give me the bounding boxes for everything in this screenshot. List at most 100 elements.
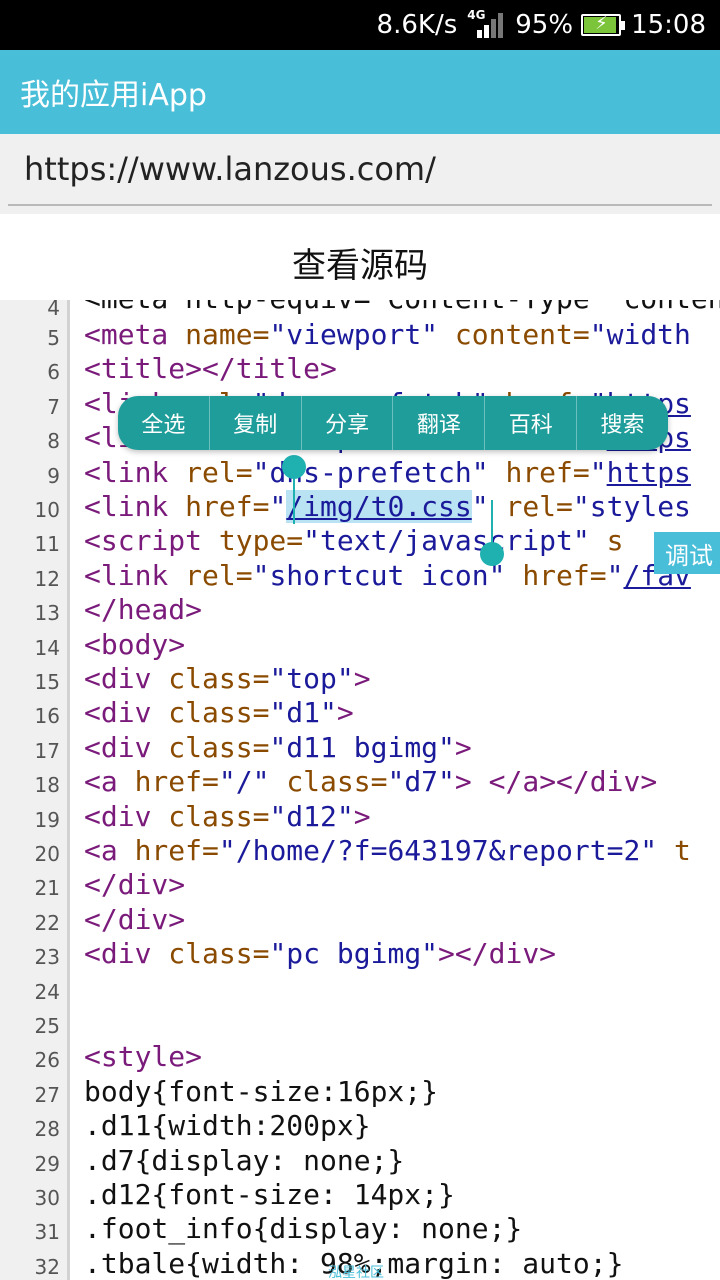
code-line-partial: 4 <meta http-equiv="Content-Type" conten… — [0, 300, 720, 320]
code-text: <script type="text/javascript" s — [84, 524, 624, 558]
line-number: 12 — [34, 566, 60, 591]
code-line: 10 <link href="/img/t0.css" rel="styles — [0, 490, 720, 524]
selection-start-handle[interactable] — [282, 455, 306, 479]
code-line: 9 <link rel="dns-prefetch" href="https — [0, 456, 720, 490]
code-line: 29 .d7{display: none;} — [0, 1144, 720, 1178]
code-text: .d11{width:200px} — [84, 1109, 371, 1143]
code-line: 6 <title></title> — [0, 352, 720, 386]
line-number: 8 — [47, 429, 60, 454]
line-number: 6 — [47, 360, 60, 385]
code-text: <link rel="shortcut icon" href="/fav — [84, 558, 691, 592]
view-source-button[interactable]: 查看源码 — [0, 214, 720, 310]
clock: 15:08 — [631, 10, 706, 40]
code-line: 19 <div class="d12"> — [0, 800, 720, 834]
selection-end-handle[interactable] — [480, 542, 504, 566]
code-line: 25 — [0, 1006, 720, 1040]
charging-icon: ⚡ — [595, 13, 608, 34]
line-number: 5 — [47, 326, 60, 350]
battery-percent: 95% — [515, 10, 574, 40]
line-number: 27 — [34, 1082, 60, 1107]
line-number: 21 — [34, 876, 60, 901]
code-text: <div class="d1"> — [84, 696, 354, 730]
code-line: 14 <body> — [0, 628, 720, 662]
menu-item-copy[interactable]: 复制 — [210, 396, 302, 450]
line-number: 24 — [34, 979, 60, 1004]
code-text: <meta http-equiv="Content-Type" content — [84, 300, 720, 316]
code-text: .foot_info{display: none;} — [84, 1212, 523, 1246]
line-number: 23 — [34, 945, 60, 970]
line-number: 31 — [34, 1220, 60, 1245]
line-number: 22 — [34, 910, 60, 935]
code-line: 27 body{font-size:16px;} — [0, 1075, 720, 1109]
code-text: </head> — [84, 593, 203, 627]
code-line: 31 .foot_info{display: none;} — [0, 1212, 720, 1246]
code-text: <a href="/home/?f=643197&report=2" t — [84, 834, 691, 867]
code-line: 16 <div class="d1"> — [0, 696, 720, 730]
url-area — [0, 134, 720, 214]
code-text: <div class="d12"> — [84, 799, 371, 833]
line-number: 13 — [34, 601, 60, 626]
app-title: 我的应用iApp — [20, 78, 207, 113]
code-text: </div> — [84, 868, 186, 902]
code-text: <link rel="dns-prefetch" href="https — [84, 455, 691, 489]
code-text: .d7{display: none;} — [84, 1143, 405, 1177]
line-number: 30 — [34, 1186, 60, 1210]
text-selection-menu: 全选 复制 分享 翻译 百科 搜索 — [118, 396, 668, 450]
code-line: 24 — [0, 972, 720, 1006]
code-line: 15 <div class="top"> — [0, 662, 720, 696]
url-input[interactable] — [8, 134, 712, 206]
line-number: 15 — [34, 670, 60, 694]
cell-signal-icon: 4G — [467, 8, 505, 40]
line-number: 10 — [34, 498, 60, 522]
debug-button[interactable]: 调试 — [654, 532, 720, 574]
line-number: 11 — [34, 532, 60, 557]
code-line: 23 <div class="pc bgimg"></div> — [0, 937, 720, 971]
code-text: <div class="pc bgimg"></div> — [84, 937, 557, 971]
network-type: 4G — [467, 8, 486, 22]
line-number: 32 — [34, 1254, 60, 1279]
line-number: 9 — [47, 463, 60, 488]
code-line: 22 </div> — [0, 903, 720, 937]
selection-start-line — [293, 476, 295, 524]
code-line: 30 .d12{font-size: 14px;} — [0, 1178, 720, 1212]
menu-item-search[interactable]: 搜索 — [577, 396, 668, 450]
code-text: .d12{font-size: 14px;} — [84, 1178, 455, 1211]
app-bar: 我的应用iApp — [0, 50, 720, 134]
line-number: 7 — [47, 394, 60, 419]
line-number: 25 — [34, 1014, 60, 1038]
code-text: <div class="d11 bgimg"> — [84, 730, 472, 764]
battery-status: 95% ⚡ — [515, 10, 626, 40]
code-text: <a href="/" class="d7"> </a></div> — [84, 765, 658, 799]
code-text: <title></title> — [84, 352, 337, 386]
code-line: 21 </div> — [0, 868, 720, 902]
battery-icon: ⚡ — [581, 13, 626, 36]
code-text: body{font-size:16px;} — [84, 1074, 439, 1108]
code-line: 20 <a href="/home/?f=643197&report=2" t — [0, 834, 720, 868]
line-number: 26 — [34, 1048, 60, 1073]
menu-item-share[interactable]: 分享 — [302, 396, 394, 450]
code-line: 26 <style> — [0, 1040, 720, 1074]
selection-end-line — [491, 500, 493, 546]
menu-item-translate[interactable]: 翻译 — [393, 396, 486, 450]
line-number: 28 — [34, 1117, 60, 1142]
line-number: 20 — [34, 842, 60, 866]
code-line: 12 <link rel="shortcut icon" href="/fav — [0, 559, 720, 593]
network-speed: 8.6K/s — [376, 10, 458, 40]
code-line: 28 .d11{width:200px} — [0, 1109, 720, 1143]
menu-item-select-all[interactable]: 全选 — [118, 396, 210, 450]
code-line: 13 </head> — [0, 593, 720, 627]
line-number: 18 — [34, 773, 60, 798]
code-line: 11 <script type="text/javascript" s — [0, 524, 720, 558]
menu-item-encyclopedia[interactable]: 百科 — [485, 396, 578, 450]
watermark: 泓星社区 — [328, 1265, 384, 1280]
code-text: <body> — [84, 627, 186, 661]
code-line: 17 <div class="d11 bgimg"> — [0, 731, 720, 765]
code-text: <style> — [84, 1040, 203, 1074]
code-text: <meta name="viewport" content="width — [84, 318, 691, 351]
code-line: 18 <a href="/" class="d7"> </a></div> — [0, 765, 720, 799]
line-number: 29 — [34, 1151, 60, 1176]
code-text: </div> — [84, 902, 186, 936]
status-bar: 8.6K/s 4G 95% ⚡ 15:08 — [0, 0, 720, 50]
code-text: <div class="top"> — [84, 662, 371, 695]
line-number: 16 — [34, 704, 60, 729]
